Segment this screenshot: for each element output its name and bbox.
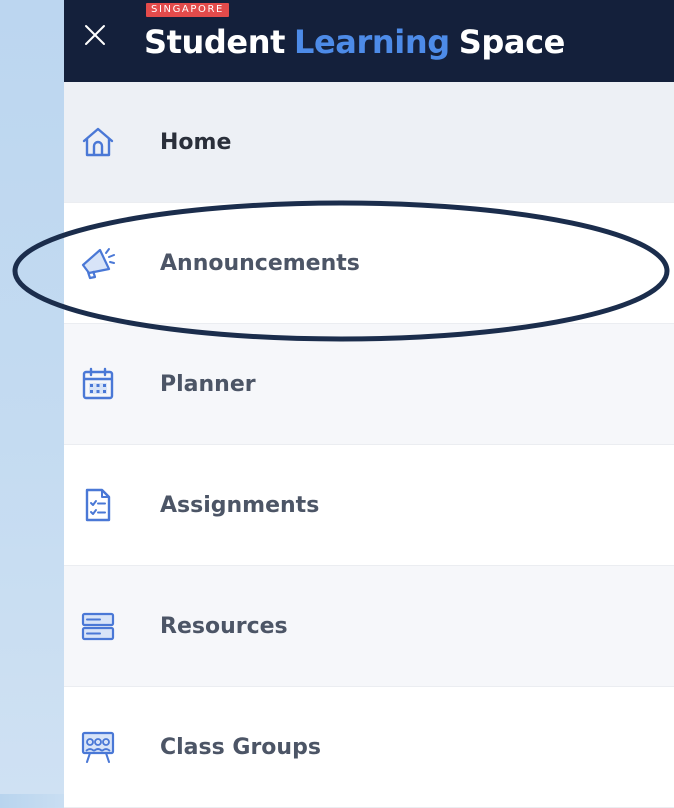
nav-item-assignments[interactable]: Assignments [64, 445, 674, 566]
nav-item-home[interactable]: Home [64, 82, 674, 203]
country-badge: SINGAPORE [146, 3, 229, 17]
nav-label-resources: Resources [160, 613, 288, 639]
class-groups-icon [78, 727, 118, 767]
app-header: SINGAPORE Student Learning Space [64, 0, 674, 82]
side-menu-panel: SINGAPORE Student Learning Space Home An… [64, 0, 674, 808]
calendar-icon [78, 364, 118, 404]
nav-label-home: Home [160, 129, 232, 155]
assignment-icon [78, 485, 118, 525]
home-icon [78, 122, 118, 162]
close-menu-button[interactable] [76, 16, 112, 52]
background-strip [0, 0, 64, 794]
app-title-learning: Learning [294, 23, 450, 61]
nav-label-class-groups: Class Groups [160, 734, 321, 760]
app-title-space: Space [458, 23, 566, 61]
main-nav: Home Announcements Planner Assignments R… [64, 82, 674, 808]
resources-icon [78, 606, 118, 646]
app-title: Student Learning Space [144, 22, 565, 62]
nav-item-resources[interactable]: Resources [64, 566, 674, 687]
nav-label-planner: Planner [160, 371, 256, 397]
close-icon [85, 25, 105, 45]
megaphone-icon [78, 243, 118, 283]
app-title-student: Student [144, 23, 286, 61]
nav-label-assignments: Assignments [160, 492, 320, 518]
nav-label-announcements: Announcements [160, 250, 360, 276]
nav-item-planner[interactable]: Planner [64, 324, 674, 445]
nav-item-announcements[interactable]: Announcements [64, 203, 674, 324]
nav-item-class-groups[interactable]: Class Groups [64, 687, 674, 808]
